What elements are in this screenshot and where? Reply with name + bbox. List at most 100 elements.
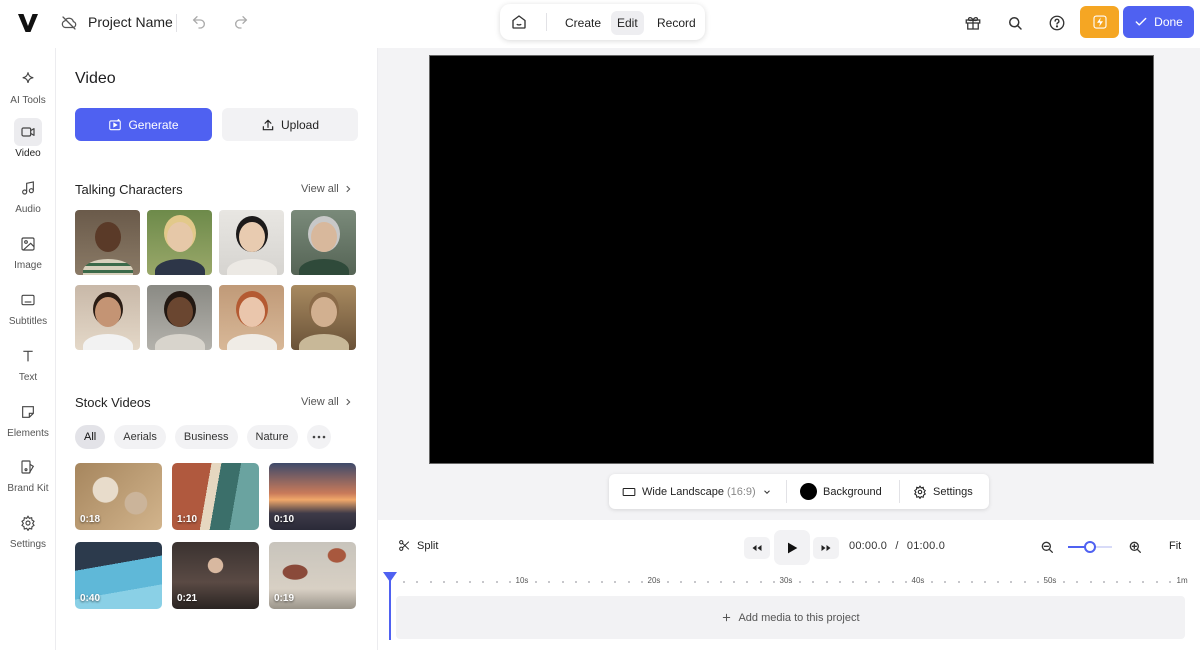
character-thumbnail[interactable] (147, 210, 212, 275)
stock-video-thumbnail[interactable]: 0:21 (172, 542, 259, 609)
help-icon[interactable] (1048, 14, 1066, 32)
video-panel: Video Generate Upload Talking Characters… (56, 48, 378, 650)
aspect-ratio-dropdown[interactable]: Wide Landscape (16:9) (622, 474, 772, 509)
ruler-tick (680, 581, 683, 583)
stock-video-thumbnail[interactable]: 0:40 (75, 542, 162, 609)
top-bar: Project Name Create Edit Record Done (0, 0, 1200, 48)
gift-icon[interactable] (964, 14, 982, 32)
music-note-icon (22, 181, 34, 195)
mode-record[interactable]: Record (651, 11, 702, 35)
rail-label: Subtitles (8, 316, 48, 327)
fast-forward-icon (821, 545, 831, 551)
rail-item-video[interactable]: Video (0, 118, 56, 159)
rail-label: AI Tools (10, 95, 46, 106)
rewind-button[interactable] (744, 537, 770, 559)
rewind-icon (752, 545, 762, 551)
zoom-out-icon[interactable] (1039, 539, 1055, 555)
video-duration: 1:10 (177, 514, 198, 525)
character-thumbnail[interactable] (219, 210, 284, 275)
project-name[interactable]: Project Name (88, 14, 173, 30)
character-thumbnail[interactable] (219, 285, 284, 350)
chip-nature[interactable]: Nature (246, 425, 298, 449)
stock-video-thumbnail[interactable]: 1:10 (172, 463, 259, 530)
app-logo-icon[interactable] (16, 11, 40, 35)
zoom-in-icon[interactable] (1127, 539, 1143, 555)
rail-item-ai-tools[interactable]: AI Tools (0, 65, 56, 106)
background-button[interactable]: Background (800, 474, 882, 509)
divider (786, 480, 787, 503)
search-icon[interactable] (1006, 14, 1024, 32)
ruler-tick (838, 581, 841, 583)
character-thumbnail[interactable] (147, 285, 212, 350)
add-media-track[interactable]: Add media to this project (396, 596, 1185, 639)
ruler-label: 40s (911, 576, 925, 585)
ruler-tick (812, 581, 815, 583)
chip-aerials[interactable]: Aerials (114, 425, 166, 449)
ruler-tick (601, 581, 604, 583)
split-button[interactable]: Split (398, 539, 438, 552)
stock-videos-grid: 0:18 1:10 0:10 0:40 0:21 0:19 (75, 463, 359, 609)
upload-button[interactable]: Upload (222, 108, 358, 141)
rail-item-text[interactable]: Text (0, 342, 56, 383)
video-canvas[interactable] (429, 55, 1154, 464)
ruler-tick (865, 581, 868, 583)
undo-icon[interactable] (191, 14, 207, 30)
view-all-characters-link[interactable]: View all (301, 183, 353, 195)
ruler-tick (706, 581, 709, 583)
chip-business[interactable]: Business (174, 425, 238, 449)
ruler-tick (627, 581, 630, 583)
divider (176, 14, 177, 32)
mode-edit[interactable]: Edit (611, 11, 644, 35)
rail-item-image[interactable]: Image (0, 230, 56, 271)
settings-label: Settings (933, 485, 973, 498)
video-duration: 0:18 (80, 514, 101, 525)
stock-video-thumbnail[interactable]: 0:18 (75, 463, 162, 530)
canvas-toolbar: Wide Landscape (16:9) Background Setting… (609, 474, 989, 509)
rail-item-subtitles[interactable]: Subtitles (0, 286, 56, 327)
character-thumbnail[interactable] (291, 285, 356, 350)
playhead-handle[interactable] (382, 572, 398, 582)
rail-item-elements[interactable]: Elements (0, 398, 56, 439)
rail-item-settings[interactable]: Settings (0, 509, 56, 550)
chip-all[interactable]: All (75, 425, 106, 449)
stock-video-thumbnail[interactable]: 0:19 (269, 542, 356, 609)
redo-icon[interactable] (233, 14, 249, 30)
view-all-videos-link[interactable]: View all (301, 396, 353, 408)
preview-stage: Wide Landscape (16:9) Background Setting… (378, 48, 1200, 520)
rail-label: Text (18, 372, 38, 383)
zoom-slider[interactable] (1068, 541, 1112, 553)
home-icon[interactable] (510, 13, 528, 31)
ruler-tick (825, 581, 828, 583)
play-button[interactable] (774, 530, 810, 565)
mode-switcher: Create Edit Record (500, 4, 705, 40)
generate-button[interactable]: Generate (75, 108, 212, 141)
stock-video-thumbnail[interactable]: 0:10 (269, 463, 356, 530)
done-button[interactable]: Done (1123, 6, 1194, 38)
fast-forward-button[interactable] (813, 537, 839, 559)
total-time: 01:00.0 (906, 540, 946, 552)
ruler-tick (799, 581, 802, 583)
rail-item-audio[interactable]: Audio (0, 174, 56, 215)
more-categories-button[interactable] (306, 425, 331, 449)
subtitles-icon (21, 294, 35, 306)
cloud-off-icon[interactable] (60, 14, 78, 32)
add-media-label: Add media to this project (738, 611, 860, 624)
upgrade-button[interactable] (1080, 6, 1119, 38)
fit-button[interactable]: Fit (1169, 540, 1181, 552)
timeline-ruler[interactable]: 10s 20s 30s 40s 50s 1m (378, 575, 1200, 589)
rail-item-brand-kit[interactable]: Brand Kit (0, 453, 56, 494)
talking-characters-heading: Talking Characters (75, 182, 183, 197)
zoom-slider-handle[interactable] (1084, 541, 1096, 553)
ruler-tick (746, 581, 749, 583)
character-thumbnail[interactable] (75, 285, 140, 350)
ruler-tick (944, 581, 947, 583)
stock-videos-heading: Stock Videos (75, 395, 151, 410)
canvas-settings-button[interactable]: Settings (913, 474, 973, 509)
ruler-label: 30s (779, 576, 793, 585)
ruler-label: 20s (647, 576, 661, 585)
character-thumbnail[interactable] (291, 210, 356, 275)
ruler-tick (1129, 581, 1132, 583)
character-thumbnail[interactable] (75, 210, 140, 275)
video-camera-icon (21, 127, 35, 137)
mode-create[interactable]: Create (559, 11, 607, 35)
